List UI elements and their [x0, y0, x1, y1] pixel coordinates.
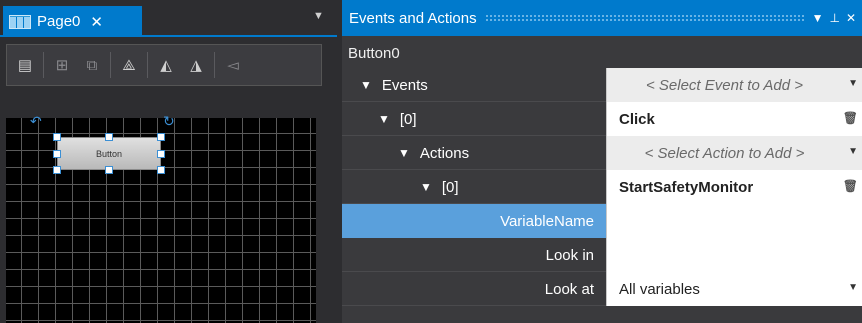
page-designer: Page0 ✕ ▼ ▤ ⊞ ⧉ ⟁ ◭ ◮ ◅ ↶ ↻ Button [0, 0, 337, 323]
action-0-index: [0] [441, 178, 459, 196]
chevron-down-icon: ▼ [848, 282, 858, 293]
row-action-0: ▼ [0] StartSafetyMonitor 🗑 [342, 170, 862, 204]
events-label: Events [381, 76, 428, 94]
look-in-field[interactable] [606, 238, 862, 272]
panel-drag-grip[interactable] [484, 14, 804, 22]
select-event-text: < Select Event to Add > [645, 76, 804, 94]
look-in-label: Look in [545, 246, 594, 264]
row-look-at: Look at All variables ▼ [342, 272, 862, 306]
tab-page0[interactable]: Page0 ✕ [3, 6, 142, 37]
selected-object-name: Button0 [342, 38, 862, 68]
actions-label: Actions [419, 144, 470, 162]
resize-handle[interactable] [105, 166, 113, 174]
distribute-icon[interactable]: ◅ [221, 53, 245, 77]
variable-name-label[interactable]: VariableName [342, 204, 606, 238]
delete-icon[interactable]: 🗑 [843, 111, 858, 125]
row-variable-name: VariableName [342, 204, 862, 238]
flip-icon[interactable]: ◭ [154, 53, 178, 77]
resize-handle[interactable] [157, 166, 165, 174]
chevron-down-icon: ▼ [848, 78, 858, 89]
events-actions-panel: Events and Actions ▼ ⊥ ✕ Button0 ▼ Event… [342, 0, 862, 323]
design-canvas[interactable] [6, 118, 316, 323]
event-0-index: [0] [399, 110, 417, 128]
align-icon[interactable]: ⊞ [50, 53, 74, 77]
rotate-handle-left-icon[interactable]: ↶ [30, 113, 42, 130]
collapse-triangle-icon[interactable]: ▼ [378, 112, 390, 126]
select-action-dropdown[interactable]: < Select Action to Add > ▼ [606, 136, 862, 170]
close-panel-icon[interactable]: ✕ [846, 11, 856, 25]
action-0-value: StartSafetyMonitor 🗑 [606, 170, 862, 204]
property-grid: ▼ Events < Select Event to Add > ▼ ▼ [0]… [342, 68, 862, 306]
row-events: ▼ Events < Select Event to Add > ▼ [342, 68, 862, 102]
toolbar-separator [147, 52, 148, 78]
close-tab-icon[interactable]: ✕ [90, 13, 103, 31]
collapse-triangle-icon[interactable]: ▼ [360, 78, 372, 92]
document-tab-strip: Page0 ✕ ▼ [0, 0, 337, 37]
pin-icon[interactable]: ⊥ [829, 11, 839, 25]
toolbar-separator [110, 52, 111, 78]
collapse-triangle-icon[interactable]: ▼ [398, 146, 410, 160]
resize-handle[interactable] [53, 133, 61, 141]
button-widget-label: Button [95, 148, 123, 159]
resize-handle[interactable] [105, 133, 113, 141]
look-at-label: Look at [544, 280, 594, 298]
row-actions: ▼ Actions < Select Action to Add > ▼ [342, 136, 862, 170]
resize-handle[interactable] [157, 150, 165, 158]
resize-handle[interactable] [53, 150, 61, 158]
actions-group-header[interactable]: ▼ Actions [342, 136, 606, 170]
flip-icon-2[interactable]: ◮ [184, 53, 208, 77]
look-at-dropdown[interactable]: All variables ▼ [606, 272, 862, 306]
rotate-handle-right-icon[interactable]: ↻ [163, 113, 175, 130]
resize-handle[interactable] [53, 166, 61, 174]
event-0-text: Click [619, 110, 655, 128]
action-0-text: StartSafetyMonitor [619, 178, 754, 196]
page-grid-icon [9, 14, 31, 29]
group-icon[interactable]: ⧉ [80, 53, 104, 77]
tab-list-dropdown-icon[interactable]: ▼ [313, 10, 324, 22]
row-event-0: ▼ [0] Click 🗑 [342, 102, 862, 136]
events-group-header[interactable]: ▼ Events [342, 68, 606, 102]
tab-page0-label: Page0 [37, 13, 81, 30]
delete-icon[interactable]: 🗑 [843, 179, 858, 193]
event-0-header[interactable]: ▼ [0] [342, 102, 606, 136]
resize-handle[interactable] [157, 133, 165, 141]
collapse-triangle-icon[interactable]: ▼ [420, 180, 432, 194]
panel-menu-dropdown-icon[interactable]: ▼ [812, 11, 824, 25]
panel-title: Events and Actions [349, 9, 477, 27]
properties-icon[interactable]: ▤ [13, 53, 37, 77]
toolbar-separator [43, 52, 44, 78]
chevron-down-icon: ▼ [848, 146, 858, 157]
row-look-in: Look in [342, 238, 862, 272]
event-0-value: Click 🗑 [606, 102, 862, 136]
designer-toolbar: ▤ ⊞ ⧉ ⟁ ◭ ◮ ◅ [6, 44, 322, 86]
look-at-value: All variables [619, 280, 700, 298]
rotate-icon[interactable]: ⟁ [117, 53, 141, 77]
select-action-text: < Select Action to Add > [644, 144, 805, 162]
toolbar-separator [214, 52, 215, 78]
panel-header: Events and Actions ▼ ⊥ ✕ [342, 0, 862, 36]
select-event-dropdown[interactable]: < Select Event to Add > ▼ [606, 68, 862, 102]
variable-name-field[interactable] [606, 204, 862, 238]
action-0-header[interactable]: ▼ [0] [342, 170, 606, 204]
